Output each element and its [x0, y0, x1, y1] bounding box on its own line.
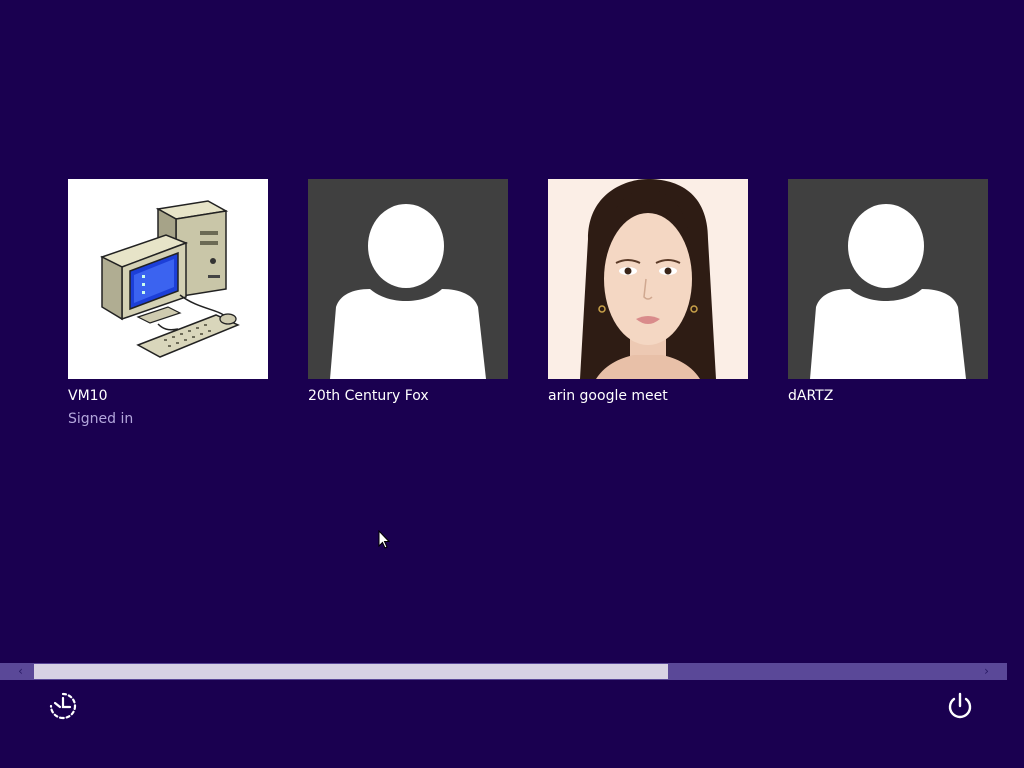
user-tile-dartz[interactable]: dARTZ: [788, 179, 988, 404]
horizontal-scrollbar[interactable]: ‹ ›: [0, 663, 1007, 680]
user-photo: [548, 179, 748, 379]
lock-screen-user-select: VM10 Signed in 20th Century Fox arin goo…: [0, 0, 1024, 768]
default-user-icon: [788, 179, 988, 379]
default-user-icon: [308, 179, 508, 379]
user-tiles: VM10 Signed in 20th Century Fox arin goo…: [68, 179, 1008, 439]
mouse-cursor: [378, 529, 391, 549]
ease-of-access-icon[interactable]: [46, 689, 80, 723]
power-icon[interactable]: [943, 689, 977, 723]
user-tile-20th-century-fox[interactable]: 20th Century Fox: [308, 179, 508, 404]
user-tile-vm10[interactable]: VM10 Signed in: [68, 179, 268, 427]
signed-in-status: Signed in: [68, 411, 134, 427]
scrollbar-thumb[interactable]: [34, 664, 668, 679]
computer-icon: [68, 179, 268, 379]
scroll-right-button[interactable]: ›: [978, 663, 995, 680]
user-name: 20th Century Fox: [308, 388, 429, 404]
scroll-left-button[interactable]: ‹: [12, 663, 29, 680]
user-name: VM10: [68, 388, 108, 404]
user-name: arin google meet: [548, 388, 668, 404]
user-tile-arin-google-meet[interactable]: arin google meet: [548, 179, 748, 404]
user-name: dARTZ: [788, 388, 834, 404]
